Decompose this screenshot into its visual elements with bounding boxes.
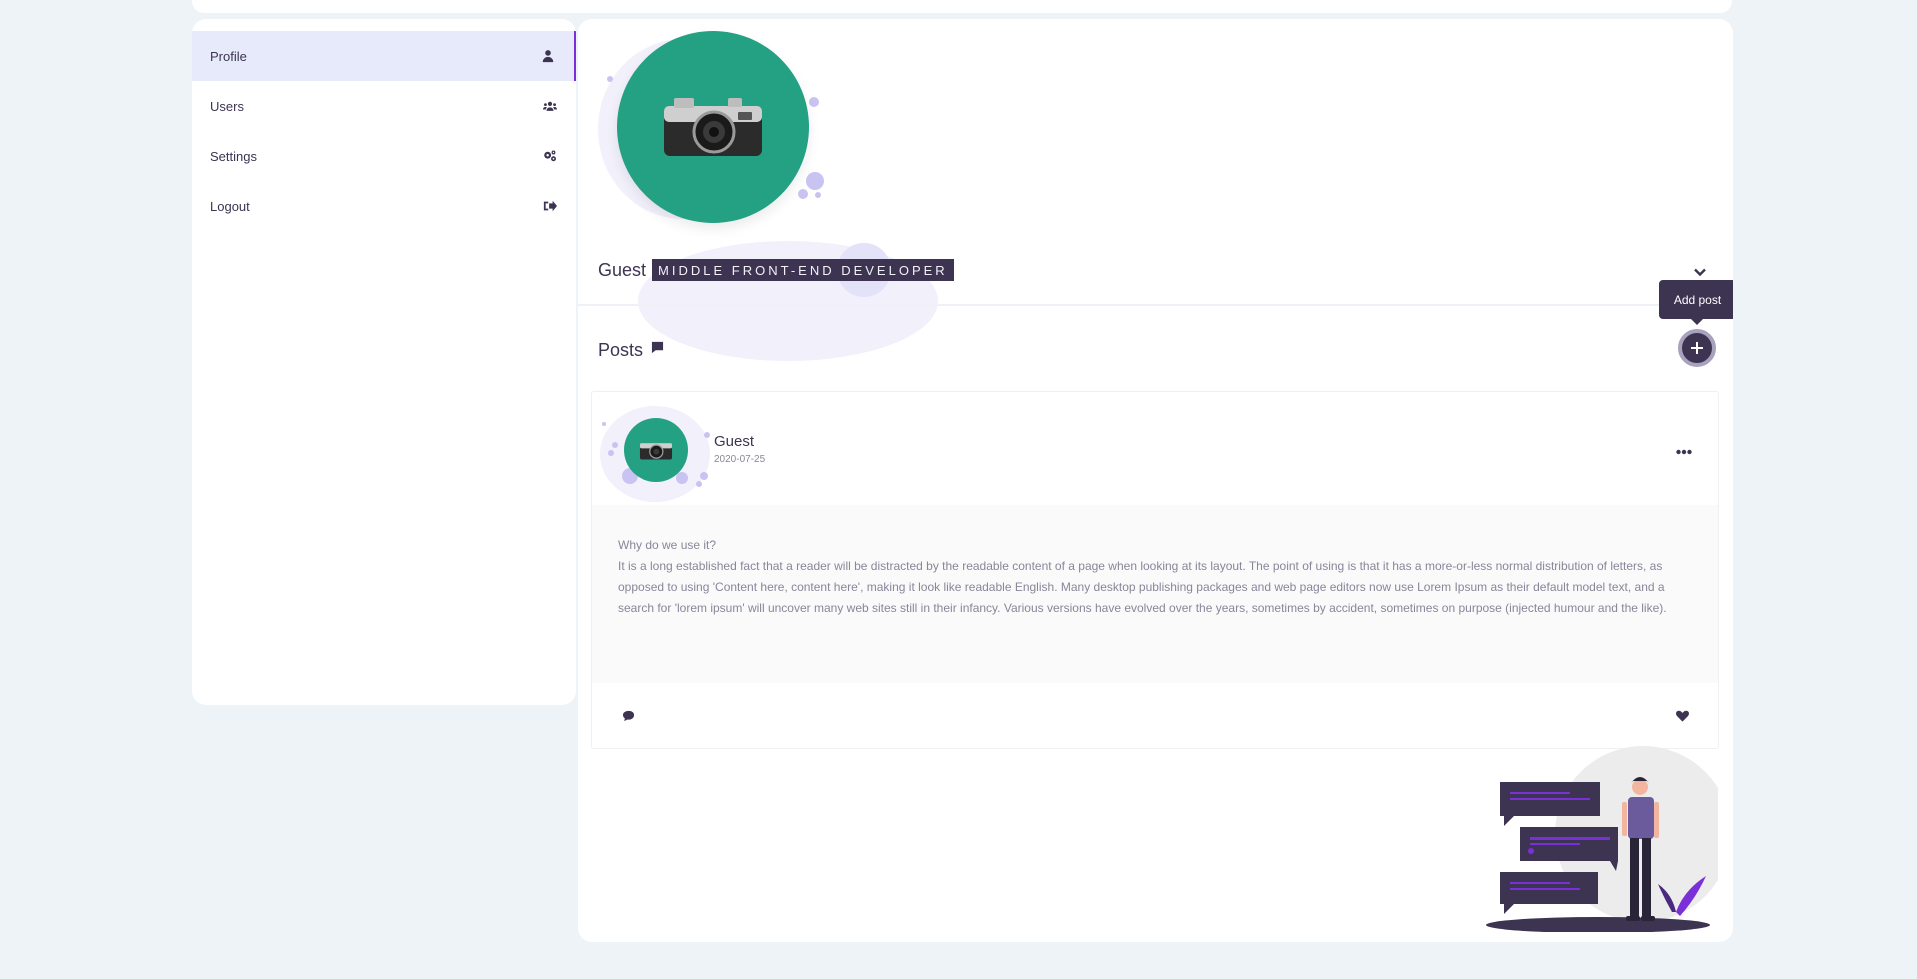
post-options-icon[interactable] [1676, 442, 1696, 455]
profile-name: Guest [598, 259, 647, 280]
decoration [607, 76, 613, 82]
posts-title: Posts [598, 340, 644, 360]
heart-icon[interactable] [1676, 709, 1690, 723]
add-post-tooltip: Add post [1659, 280, 1733, 325]
post-text: It is a long established fact that a rea… [618, 559, 1667, 615]
post-card: Guest 2020-07-25 Why do we use it? It is… [591, 391, 1719, 749]
decoration [809, 97, 819, 107]
post-body: Why do we use it? It is a long establish… [592, 505, 1718, 683]
profile-main: Guest MIDDLE FRONT-END DEVELOPER Posts A… [578, 19, 1733, 942]
decoration [700, 472, 708, 480]
profile-avatar [617, 31, 809, 223]
chat-illustration [1486, 746, 1718, 932]
comment-icon[interactable] [622, 709, 636, 723]
posts-heading: Posts [598, 340, 664, 361]
sidebar-item-users[interactable]: Users [192, 81, 576, 131]
top-bar [192, 0, 1732, 13]
comment-icon [651, 341, 664, 354]
logout-icon [542, 198, 558, 214]
sidebar-item-settings[interactable]: Settings [192, 131, 576, 181]
users-icon [542, 98, 558, 114]
decoration [696, 481, 702, 487]
sidebar-item-logout[interactable]: Logout [192, 181, 576, 231]
decoration [806, 172, 824, 190]
gears-icon [542, 148, 558, 164]
decoration [798, 189, 808, 199]
post-date: 2020-07-25 [714, 454, 766, 465]
sidebar-item-label: Settings [210, 148, 257, 164]
post-author-avatar [624, 418, 688, 482]
profile-name-row: Guest MIDDLE FRONT-END DEVELOPER [598, 259, 954, 281]
decoration [815, 192, 821, 198]
camera-icon [664, 98, 762, 156]
camera-icon [639, 443, 673, 460]
sidebar-item-profile[interactable]: Profile [192, 31, 576, 81]
chevron-down-icon[interactable] [1693, 265, 1707, 279]
sidebar-item-label: Users [210, 98, 244, 114]
add-post-button[interactable] [1678, 329, 1716, 367]
sidebar-item-label: Logout [210, 198, 250, 214]
post-header: Guest 2020-07-25 [592, 392, 1718, 505]
profile-cover: Guest MIDDLE FRONT-END DEVELOPER [578, 19, 1733, 361]
plus-icon [1691, 342, 1703, 354]
sidebar-item-label: Profile [210, 48, 247, 64]
divider [578, 304, 1733, 306]
decoration [608, 450, 614, 456]
decoration [602, 422, 606, 426]
decoration [704, 432, 710, 438]
decoration [612, 442, 618, 448]
decoration [676, 472, 688, 484]
post-footer [592, 683, 1718, 749]
profile-role-badge: MIDDLE FRONT-END DEVELOPER [652, 259, 954, 281]
post-heading: Why do we use it? [618, 538, 717, 552]
post-author-name: Guest [714, 433, 755, 450]
sidebar: Profile Users Settings Logout [192, 19, 576, 705]
user-icon [540, 48, 556, 64]
